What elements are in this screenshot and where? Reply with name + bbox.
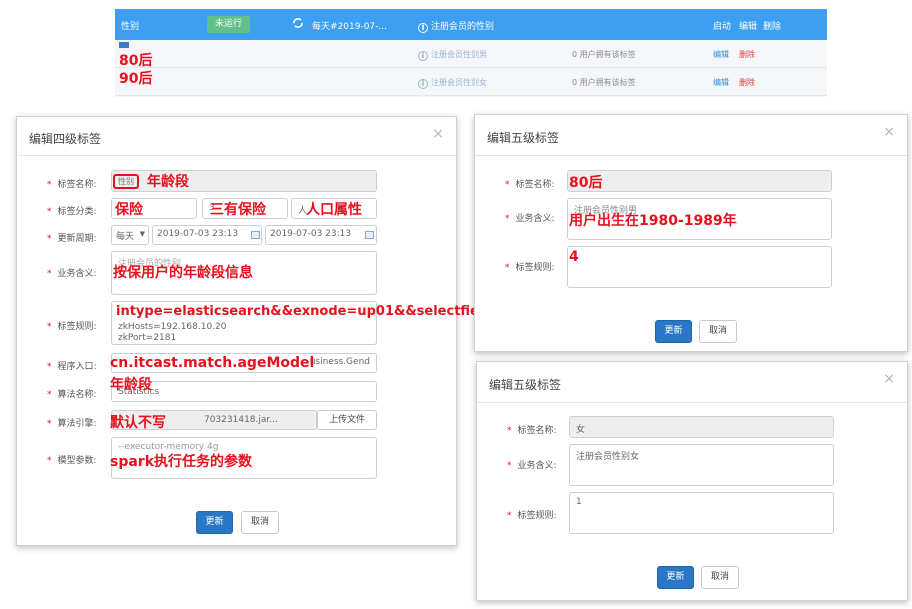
info-icon: i	[418, 23, 428, 33]
row-count: 0 用户拥有该标签	[572, 50, 636, 59]
table-row: i 注册会员性别女 0 用户拥有该标签 编辑 删除	[115, 68, 827, 96]
update-button[interactable]: 更新	[657, 566, 694, 589]
cycle-select[interactable]: 每天 ▼	[111, 225, 149, 245]
label-algo: * 算法名称:	[47, 390, 97, 400]
label-name: * 标签名称:	[505, 180, 555, 190]
annotation-level4-entry: cn.itcast.match.ageModel	[110, 355, 315, 371]
divider	[475, 155, 907, 156]
label-category: * 标签分类:	[47, 207, 97, 217]
label-meaning: * 业务含义:	[507, 461, 557, 471]
meaning-textarea[interactable]: 注册会员性别女	[569, 444, 834, 486]
label-entry: * 程序入口:	[47, 362, 97, 372]
edit-link[interactable]: 编辑	[739, 19, 757, 32]
row-marker	[119, 42, 129, 48]
rule-line: zkPort=2181	[118, 333, 177, 343]
cancel-button[interactable]: 取消	[241, 511, 279, 534]
annotation-level5-meaning: 用户出生在1980-1989年	[569, 213, 737, 229]
annotation-level4-cat3: 人口属性	[306, 202, 362, 218]
annotation-level4-cat1: 保险	[115, 202, 143, 218]
label-name: * 标签名称:	[47, 180, 97, 190]
divider	[477, 402, 907, 403]
annotation-level5-name: 80后	[569, 175, 603, 191]
annotation-level4-name: 年龄段	[147, 174, 189, 190]
annotation-level4-meaning: 按保用户的年龄段信息	[113, 265, 253, 281]
tag-name-field	[567, 170, 832, 192]
annotation-level4-engine: 默认不写	[110, 415, 166, 431]
info-icon: i	[418, 51, 428, 61]
rule-line: zkHosts=192.168.10.20	[118, 322, 227, 332]
label-engine: * 算法引擎:	[47, 419, 97, 429]
modal-title: 编辑五级标签	[487, 131, 560, 145]
sync-icon[interactable]	[292, 17, 304, 29]
annotation-level4-params: spark执行任务的参数	[110, 454, 253, 470]
label-meaning: * 业务含义:	[47, 269, 97, 279]
label-rule: * 标签规则:	[505, 263, 555, 273]
rule-textarea[interactable]: 1	[569, 492, 834, 534]
tag-table: 性别 未运行 每天#2019-07-... i 注册会员的性别 启动 编辑 删除 …	[115, 9, 827, 97]
schedule-text: 每天#2019-07-...	[312, 22, 387, 32]
update-button[interactable]: 更新	[655, 320, 692, 343]
upload-button[interactable]: 上传文件	[317, 410, 377, 430]
row-delete-link[interactable]: 删除	[739, 49, 755, 60]
close-icon[interactable]: ×	[883, 371, 895, 387]
cancel-button[interactable]: 取消	[701, 566, 739, 589]
delete-link[interactable]: 删除	[763, 19, 781, 32]
label-cycle: * 更新周期:	[47, 234, 97, 244]
row-desc: i 注册会员性别女	[418, 77, 487, 89]
edit-level4-modal: 编辑四级标签 × * 标签名称: 性别 * 标签分类: 3 人 * 更新周期: 每天 ▼…	[16, 116, 457, 546]
modal-title: 编辑四级标签	[29, 132, 102, 146]
start-link[interactable]: 启动	[713, 19, 731, 32]
header-desc: i 注册会员的性别	[418, 19, 494, 33]
row-desc: i 注册会员性别男	[418, 49, 487, 61]
label-rule: * 标签规则:	[47, 322, 97, 332]
close-icon[interactable]: ×	[432, 126, 444, 142]
tag-name: 性别	[121, 22, 140, 32]
label-meaning: * 业务含义:	[505, 214, 555, 224]
annotation-row1: 80后	[119, 53, 153, 69]
close-icon[interactable]: ×	[883, 124, 895, 140]
annotation-row2: 90后	[119, 71, 153, 87]
status-badge: 未运行	[207, 16, 250, 33]
modal-title: 编辑五级标签	[489, 378, 562, 392]
info-icon: i	[418, 79, 428, 89]
tag-name-field: 女	[569, 416, 834, 438]
annotation-level5-rule: 4	[569, 249, 579, 265]
row-count: 0 用户拥有该标签	[572, 78, 636, 87]
annotation-level4-algo: 年龄段	[110, 377, 152, 393]
update-button[interactable]: 更新	[196, 511, 233, 534]
label-params: * 模型参数:	[47, 456, 97, 466]
divider	[17, 155, 456, 156]
row-edit-link[interactable]: 编辑	[713, 77, 729, 88]
row-edit-link[interactable]: 编辑	[713, 49, 729, 60]
edit-level5-modal-bottom: 编辑五级标签 × * 标签名称: 女 * 业务含义: 注册会员性别女 * 标签规则: …	[476, 361, 908, 601]
cancel-button[interactable]: 取消	[699, 320, 737, 343]
label-name: * 标签名称:	[507, 426, 557, 436]
caret-down-icon: ▼	[139, 230, 145, 238]
edit-level5-modal-top: 编辑五级标签 × * 标签名称: * 业务含义: 注册会员性别男 * 标签规则: 更新…	[474, 114, 908, 352]
rule-textarea[interactable]	[567, 246, 832, 288]
table-row: i 注册会员性别男 0 用户拥有该标签 编辑 删除	[115, 40, 827, 68]
tag-name-value: 性别	[113, 174, 139, 189]
date-from-field[interactable]: 2019-07-03 23:13	[152, 225, 262, 245]
annotation-level4-cat2: 三有保险	[210, 202, 266, 218]
calendar-icon[interactable]	[251, 231, 260, 239]
date-to-field[interactable]: 2019-07-03 23:13	[265, 225, 377, 245]
calendar-icon[interactable]	[365, 231, 374, 239]
table-header-row: 性别 未运行 每天#2019-07-... i 注册会员的性别 启动 编辑 删除	[115, 9, 827, 40]
label-rule: * 标签规则:	[507, 511, 557, 521]
row-delete-link[interactable]: 删除	[739, 77, 755, 88]
